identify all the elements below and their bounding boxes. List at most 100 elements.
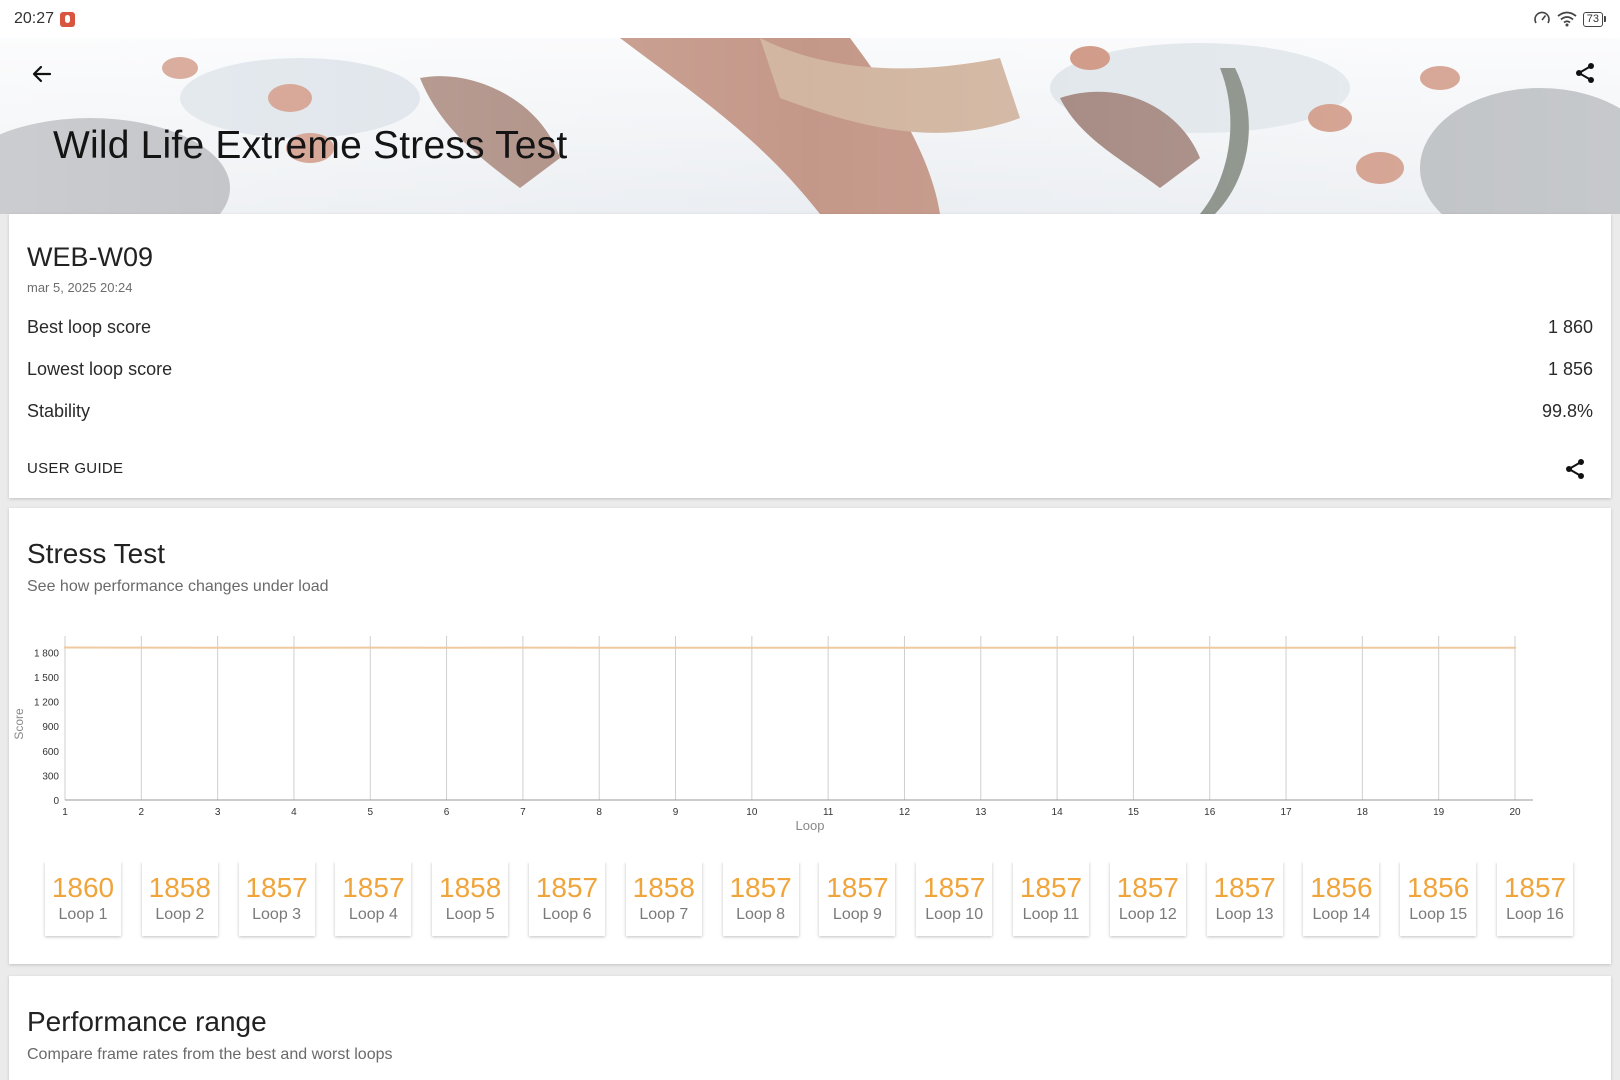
loop-score-label: Loop 9 xyxy=(832,906,882,923)
status-bar: 20:27 73 xyxy=(0,0,1620,38)
y-tick-label: 600 xyxy=(42,747,59,758)
x-tick-label: 14 xyxy=(1052,807,1064,818)
summary-share-button[interactable] xyxy=(1561,455,1589,483)
y-tick-label: 1 800 xyxy=(34,648,59,659)
loop-score-label: Loop 12 xyxy=(1118,906,1177,923)
y-tick-label: 0 xyxy=(53,796,59,807)
loop-score-value: 1857 xyxy=(1116,872,1179,903)
data-point xyxy=(1132,646,1135,650)
data-point xyxy=(216,646,219,649)
x-tick-label: 15 xyxy=(1128,807,1140,818)
status-right: 73 xyxy=(1533,10,1606,28)
loop-score-card[interactable]: 1858 Loop 7 xyxy=(625,862,702,936)
x-tick-label: 8 xyxy=(596,807,602,818)
loop-score-card[interactable]: 1858 Loop 5 xyxy=(432,862,509,936)
lowest-loop-value: 1 856 xyxy=(1547,358,1593,379)
loop-score-value: 1858 xyxy=(632,872,695,903)
loop-score-label: Loop 11 xyxy=(1022,906,1080,923)
y-tick-label: 1 200 xyxy=(34,698,59,709)
loop-score-label: Loop 3 xyxy=(252,906,302,923)
loop-score-label: Loop 4 xyxy=(348,906,398,923)
loop-score-card[interactable]: 1857 Loop 13 xyxy=(1206,862,1283,936)
x-tick-label: 13 xyxy=(975,807,987,818)
stress-test-subtitle: See how performance changes under load xyxy=(27,578,329,595)
battery-level: 73 xyxy=(1582,11,1603,27)
stress-test-card: Stress Test See how performance changes … xyxy=(9,508,1611,964)
loop-score-label: Loop 1 xyxy=(58,906,108,923)
data-point xyxy=(674,646,677,649)
back-button[interactable] xyxy=(26,58,58,90)
y-tick-label: 1 500 xyxy=(34,673,59,684)
x-tick-label: 3 xyxy=(215,807,221,818)
data-point xyxy=(1513,646,1517,649)
data-point xyxy=(369,646,372,649)
performance-range-card: Performance range Compare frame rates fr… xyxy=(9,976,1611,1080)
loop-score-card[interactable]: 1856 Loop 15 xyxy=(1400,862,1477,936)
data-point xyxy=(445,646,448,649)
status-left: 20:27 xyxy=(14,10,76,28)
data-point xyxy=(140,646,143,649)
x-tick-label: 17 xyxy=(1280,807,1292,818)
x-axis-label: Loop xyxy=(796,818,825,833)
data-point xyxy=(826,646,830,649)
y-tick-label: 300 xyxy=(42,771,59,782)
loop-score-value: 1857 xyxy=(342,872,405,903)
loop-score-card[interactable]: 1857 Loop 4 xyxy=(335,862,412,936)
data-point xyxy=(979,646,982,649)
loop-score-value: 1858 xyxy=(439,872,502,903)
loop-score-card[interactable]: 1857 Loop 8 xyxy=(722,862,799,936)
x-tick-label: 12 xyxy=(899,807,911,818)
loop-score-value: 1857 xyxy=(923,872,986,903)
x-tick-label: 19 xyxy=(1433,807,1445,818)
performance-range-subtitle: Compare frame rates from the best and wo… xyxy=(27,1046,393,1063)
loop-score-value: 1857 xyxy=(1019,872,1083,903)
performance-range-title: Performance range xyxy=(27,1006,267,1037)
loop-score-label: Loop 13 xyxy=(1215,906,1274,923)
loop-score-card[interactable]: 1856 Loop 14 xyxy=(1303,862,1380,936)
x-tick-label: 11 xyxy=(823,807,834,818)
share-button[interactable] xyxy=(1568,56,1602,90)
user-guide-link[interactable]: USER GUIDE xyxy=(27,460,123,477)
loop-score-card[interactable]: 1857 Loop 6 xyxy=(529,862,605,936)
data-point xyxy=(1208,646,1211,649)
x-tick-label: 7 xyxy=(520,807,526,818)
loop-score-card[interactable]: 1857 Loop 11 xyxy=(1013,862,1089,936)
x-tick-label: 10 xyxy=(746,807,758,818)
loop-score-value: 1856 xyxy=(1407,872,1470,903)
stability-row: Stability 99.8% xyxy=(27,396,1593,426)
loop-score-card[interactable]: 1860 Loop 1 xyxy=(45,862,121,936)
loop-score-card[interactable]: 1857 Loop 9 xyxy=(819,862,896,936)
loop-score-card[interactable]: 1857 Loop 12 xyxy=(1109,862,1186,936)
data-point xyxy=(750,646,754,649)
x-tick-label: 16 xyxy=(1204,807,1216,818)
y-axis-label: Score xyxy=(12,708,26,740)
hero-banner: Wild Life Extreme Stress Test xyxy=(0,38,1620,214)
loop-score-card[interactable]: 1857 Loop 3 xyxy=(238,862,315,936)
x-tick-label: 9 xyxy=(673,807,679,818)
loop-score-value: 1857 xyxy=(1503,872,1567,903)
loop-score-value: 1857 xyxy=(826,872,889,903)
loop-score-label: Loop 2 xyxy=(155,906,205,923)
loop-score-label: Loop 5 xyxy=(445,906,495,923)
data-point xyxy=(598,646,601,649)
loop-scores-strip[interactable]: 1860 Loop 1 1858 Loop 2 1857 Loop 3 1857 Loop 4… xyxy=(35,862,1605,942)
x-tick-label: 1 xyxy=(62,807,68,818)
data-point xyxy=(521,646,525,649)
data-point xyxy=(63,646,67,649)
share-icon xyxy=(1566,459,1584,479)
data-point xyxy=(1361,646,1364,649)
loop-score-value: 1857 xyxy=(245,872,308,903)
loop-score-card[interactable]: 1858 Loop 2 xyxy=(141,862,218,936)
x-tick-label: 20 xyxy=(1509,807,1521,818)
data-point xyxy=(292,646,296,649)
lowest-loop-label: Lowest loop score xyxy=(27,358,173,379)
loop-score-value: 1857 xyxy=(1213,872,1276,903)
loop-score-card[interactable]: 1857 Loop 16 xyxy=(1497,862,1573,936)
x-tick-label: 4 xyxy=(291,807,297,818)
data-point xyxy=(1055,646,1059,650)
device-name: WEB-W09 xyxy=(27,242,154,272)
best-loop-value: 1 860 xyxy=(1547,316,1593,337)
loop-score-card[interactable]: 1857 Loop 10 xyxy=(916,862,993,936)
stability-value: 99.8% xyxy=(1541,400,1593,421)
loop-score-value: 1857 xyxy=(535,872,599,903)
